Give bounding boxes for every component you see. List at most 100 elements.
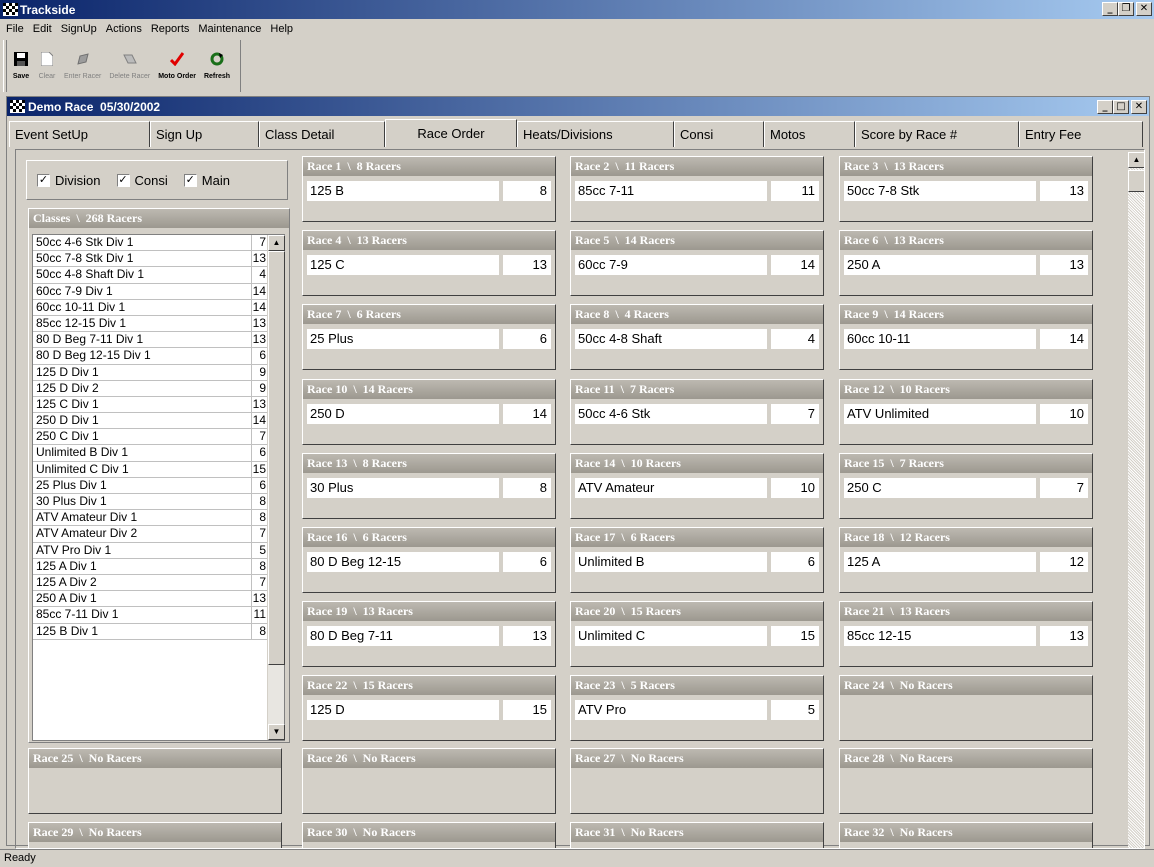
- restore-icon[interactable]: ❐: [1118, 2, 1134, 16]
- class-row[interactable]: 85cc 12-15 Div 1 13: [33, 315, 268, 333]
- classes-list[interactable]: 50cc 4-6 Stk Div 1 7 50cc 7-8 Stk Div 1 13 5…: [32, 234, 285, 741]
- race-entry[interactable]: ATV Unlimited 10: [844, 403, 1088, 424]
- race-card[interactable]: Race 10 \ 14 Racers 250 D 14: [302, 378, 556, 445]
- race-entry[interactable]: 60cc 7-9 14: [575, 255, 819, 276]
- race-entry[interactable]: 85cc 12-15 13: [844, 626, 1088, 647]
- race-card[interactable]: Race 12 \ 10 Racers ATV Unlimited 10: [839, 378, 1093, 445]
- class-row[interactable]: 125 C Div 1 13: [33, 396, 268, 414]
- race-card[interactable]: Race 4 \ 13 Racers 125 C 13: [302, 230, 556, 297]
- race-card[interactable]: Race 19 \ 13 Racers 80 D Beg 7-11 13: [302, 601, 556, 668]
- race-card[interactable]: Race 24 \ No Racers: [839, 675, 1093, 742]
- race-card[interactable]: Race 17 \ 6 Racers Unlimited B6: [570, 527, 824, 593]
- race-entry[interactable]: 125 C 13: [307, 255, 551, 276]
- tab-event-setup[interactable]: Event SetUp: [9, 121, 150, 147]
- tab-race-order[interactable]: Race Order: [385, 119, 517, 147]
- menu-file[interactable]: File: [2, 23, 29, 35]
- race-entry[interactable]: 25 Plus 6: [307, 329, 551, 350]
- class-row[interactable]: 30 Plus Div 1 8: [33, 494, 268, 511]
- race-card[interactable]: Race 32 \ No Racers: [839, 822, 1093, 848]
- race-entry[interactable]: 125 D 15: [307, 700, 551, 721]
- race-entry[interactable]: 125 A 12: [844, 552, 1088, 572]
- class-row[interactable]: 250 A Div 1 13: [33, 591, 268, 608]
- race-entry[interactable]: 50cc 4-6 Stk 7: [575, 403, 819, 424]
- consi-checkbox[interactable]: ✓ Consi: [116, 173, 168, 188]
- class-row[interactable]: 80 D Beg 7-11 Div 1 13: [33, 332, 268, 349]
- race-entry[interactable]: Unlimited C 15: [575, 626, 819, 647]
- child-minimize-icon[interactable]: _: [1097, 100, 1113, 114]
- class-row[interactable]: 125 A Div 1 8: [33, 558, 268, 575]
- class-row[interactable]: 80 D Beg 12-15 Div 1 6: [33, 348, 268, 365]
- race-card[interactable]: Race 6 \ 13 Racers 250 A 13: [839, 230, 1093, 297]
- clear-button[interactable]: Clear: [34, 40, 60, 90]
- delete-racer-button[interactable]: Delete Racer: [105, 40, 154, 90]
- scroll-down-icon[interactable]: ▼: [268, 724, 285, 740]
- class-row[interactable]: Unlimited B Div 1 6: [33, 445, 268, 462]
- refresh-button[interactable]: Refresh: [200, 40, 234, 90]
- class-row[interactable]: 50cc 4-8 Shaft Div 1 4: [33, 267, 268, 284]
- race-entry[interactable]: 80 D Beg 12-15 6: [307, 552, 551, 572]
- tab-heats-divisions[interactable]: Heats/Divisions: [517, 121, 674, 147]
- race-order-scrollbar[interactable]: ▲: [1128, 152, 1144, 848]
- menu-maintenance[interactable]: Maintenance: [194, 23, 266, 35]
- race-card[interactable]: Race 1 \ 8 Racers 125 B8: [302, 156, 556, 222]
- race-card[interactable]: Race 3 \ 13 Racers 50cc 7-8 Stk 13: [839, 156, 1093, 222]
- toolbar-grip[interactable]: [3, 40, 7, 92]
- classes-scrollbar[interactable]: ▲ ▼: [267, 235, 285, 740]
- race-entry[interactable]: 125 B8: [307, 181, 551, 201]
- race-card[interactable]: Race 9 \ 14 Racers 60cc 10-11 14: [839, 304, 1093, 371]
- class-row[interactable]: 125 B Div 1 8: [33, 623, 268, 640]
- race-entry[interactable]: 250 A 13: [844, 255, 1088, 276]
- class-row[interactable]: 50cc 7-8 Stk Div 1 13: [33, 251, 268, 268]
- race-card[interactable]: Race 31 \ No Racers: [570, 822, 824, 848]
- child-maximize-icon[interactable]: □: [1113, 100, 1129, 114]
- class-row[interactable]: 250 D Div 1 14: [33, 413, 268, 430]
- class-row[interactable]: Unlimited C Div 1 15: [33, 461, 268, 478]
- race-card[interactable]: Race 14 \ 10 Racers ATV Amateur 10: [570, 452, 824, 519]
- tab-sign-up[interactable]: Sign Up: [150, 121, 259, 147]
- class-row[interactable]: 25 Plus Div 1 6: [33, 477, 268, 494]
- race-entry[interactable]: 250 C7: [844, 477, 1088, 498]
- menu-edit[interactable]: Edit: [29, 23, 57, 35]
- race-entry[interactable]: 85cc 7-11 11: [575, 181, 819, 201]
- race-card[interactable]: Race 5 \ 14 Racers 60cc 7-9 14: [570, 230, 824, 297]
- moto-order-button[interactable]: Moto Order: [154, 40, 200, 90]
- race-card[interactable]: Race 8 \ 4 Racers 50cc 4-8 Shaft 4: [570, 304, 824, 371]
- class-row[interactable]: ATV Amateur Div 1 8: [33, 510, 268, 527]
- minimize-icon[interactable]: _: [1102, 2, 1118, 16]
- race-card[interactable]: Race 26 \ No Racers: [302, 748, 556, 814]
- race-entry[interactable]: 250 D 14: [307, 403, 551, 424]
- race-entry[interactable]: ATV Amateur 10: [575, 477, 819, 498]
- race-card[interactable]: Race 20 \ 15 Racers Unlimited C 15: [570, 601, 824, 668]
- race-card[interactable]: Race 29 \ No Racers: [28, 822, 282, 848]
- race-card[interactable]: Race 25 \ No Racers: [28, 748, 282, 814]
- child-close-icon[interactable]: ✕: [1131, 100, 1147, 114]
- tab-entry-fee[interactable]: Entry Fee: [1019, 121, 1143, 147]
- main-checkbox[interactable]: ✓ Main: [183, 173, 230, 188]
- race-entry[interactable]: ATV Pro 5: [575, 700, 819, 721]
- race-card[interactable]: Race 21 \ 13 Racers 85cc 12-15 13: [839, 601, 1093, 668]
- scroll-thumb[interactable]: [268, 251, 285, 665]
- class-row[interactable]: 60cc 7-9 Div 1 14: [33, 283, 268, 300]
- enter-racer-button[interactable]: Enter Racer: [60, 40, 105, 90]
- class-row[interactable]: 60cc 10-11 Div 1 14: [33, 299, 268, 316]
- race-card[interactable]: Race 22 \ 15 Racers 125 D 15: [302, 675, 556, 742]
- race-card[interactable]: Race 16 \ 6 Racers 80 D Beg 12-15 6: [302, 527, 556, 593]
- tab-consi[interactable]: Consi: [674, 121, 764, 147]
- tab-class-detail[interactable]: Class Detail: [259, 121, 385, 147]
- tab-score-by-race[interactable]: Score by Race #: [855, 121, 1019, 147]
- race-card[interactable]: Race 27 \ No Racers: [570, 748, 824, 814]
- race-card[interactable]: Race 30 \ No Racers: [302, 822, 556, 848]
- race-entry[interactable]: 80 D Beg 7-11 13: [307, 626, 551, 647]
- scroll-up-icon[interactable]: ▲: [1128, 152, 1144, 168]
- race-entry[interactable]: 30 Plus 8: [307, 477, 551, 498]
- division-checkbox[interactable]: ✓ Division: [37, 173, 101, 188]
- race-card[interactable]: Race 7 \ 6 Racers 25 Plus 6: [302, 304, 556, 371]
- race-card[interactable]: Race 28 \ No Racers: [839, 748, 1093, 814]
- race-card[interactable]: Race 13 \ 8 Racers 30 Plus 8: [302, 452, 556, 519]
- scroll-thumb[interactable]: [1128, 170, 1144, 192]
- scroll-up-icon[interactable]: ▲: [268, 235, 285, 251]
- class-row[interactable]: 85cc 7-11 Div 1 11: [33, 607, 268, 624]
- class-row[interactable]: 50cc 4-6 Stk Div 1 7: [33, 235, 268, 252]
- class-row[interactable]: ATV Pro Div 1 5: [33, 542, 268, 559]
- class-row[interactable]: 250 C Div 1 7: [33, 429, 268, 446]
